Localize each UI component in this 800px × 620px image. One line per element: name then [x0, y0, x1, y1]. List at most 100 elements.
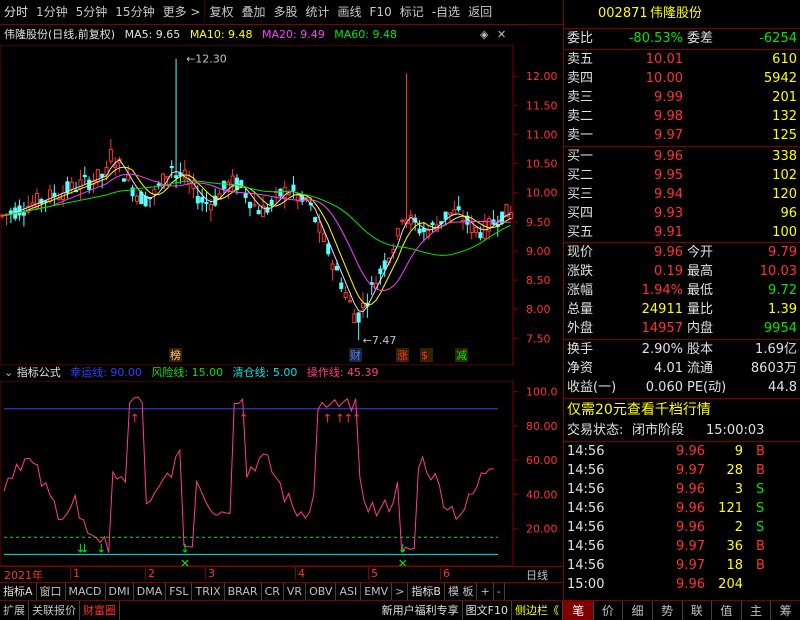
indicator-tab-12[interactable]: EMV	[361, 582, 393, 601]
quote-tab-4[interactable]: 联	[683, 601, 713, 620]
candle-body	[208, 203, 213, 211]
indicator-tab-15[interactable]: 模 板	[445, 582, 478, 601]
indicator-tab-11[interactable]: ASI	[336, 582, 362, 601]
stat-label: 涨幅	[567, 283, 594, 298]
event-marker[interactable]: $	[421, 349, 428, 362]
indicator-tab-10[interactable]: OBV	[306, 582, 337, 601]
quote-tab-5[interactable]: 值	[712, 601, 742, 620]
indicator-tab-0[interactable]: 指标A	[0, 582, 37, 601]
toolbar-item-3[interactable]: 15分钟	[111, 0, 158, 25]
trade-price: 9.96	[676, 501, 705, 516]
toolbar-item-4[interactable]: 更多 >	[159, 0, 205, 25]
settings-icon[interactable]: ◈	[480, 25, 488, 45]
status-label: 交易状态:	[567, 423, 624, 438]
kline-chart[interactable]: 12.00 11.50 11.00 10.50 10.00 9.50 9.00 8.50 8.0…	[0, 45, 563, 365]
indicator-tab-2[interactable]: MACD	[66, 582, 106, 601]
indicator-tab-8[interactable]: CR	[262, 582, 284, 601]
stat-label: 最低	[687, 283, 714, 298]
ma60-label: MA60: 9.48	[334, 28, 397, 41]
toolbar-item-6[interactable]: 叠加	[237, 0, 269, 25]
candle-body	[108, 148, 113, 162]
bottom-left-item-2[interactable]: 财富圈	[80, 600, 120, 620]
stat2-label: 流通	[687, 361, 714, 376]
buy-arrow-icon: ↓	[398, 541, 408, 555]
period-label[interactable]: 日线	[526, 567, 548, 583]
quote-tab-2[interactable]: 细	[623, 601, 653, 620]
quote-tab-0[interactable]: 笔	[564, 601, 594, 620]
toolbar-item-13[interactable]: 返回	[464, 0, 496, 25]
bottom-left-item-0[interactable]: 扩展	[0, 600, 29, 620]
toolbar-item-1[interactable]: 1分钟	[32, 0, 72, 25]
bid-volume: 338	[772, 149, 797, 164]
event-marker[interactable]: 榜	[170, 348, 181, 362]
stat-label: 最高	[687, 264, 714, 279]
weicha-label: 委差	[687, 31, 714, 46]
trade-price: 9.96	[676, 577, 705, 592]
event-marker[interactable]: 涨	[397, 349, 408, 362]
trade-row: 14:56 9.96 121 S	[564, 499, 800, 519]
candle-body	[252, 203, 257, 207]
indicator-toggle-icon[interactable]: ⌄	[0, 366, 13, 379]
price-tick-label: 9.50	[526, 216, 551, 229]
bid-row: 买五 9.91 100	[564, 223, 800, 243]
bid-price: 9.95	[654, 168, 683, 183]
quote-tab-6[interactable]: 主	[742, 601, 772, 620]
toolbar-item-5[interactable]: 复权	[204, 0, 237, 25]
month-label: 6	[440, 567, 450, 580]
indicator-chart[interactable]: 100.080.0060.0040.0020.00↓↓ ↓ ↓ ↓✕ ✕↑ ↑ ↑ ↑↑↑	[0, 381, 563, 566]
stat-label: 内盘	[687, 321, 714, 336]
candle-body	[204, 202, 209, 205]
toolbar-item-8[interactable]: 统计	[302, 0, 334, 25]
quote-tab-7[interactable]: 筹	[771, 601, 800, 620]
month-label: 5	[368, 567, 378, 580]
toolbar-item-9[interactable]: 画线	[334, 0, 366, 25]
indicator-tab-7[interactable]: BRAR	[225, 582, 262, 601]
indicator-tab-3[interactable]: DMI	[106, 582, 134, 601]
stock-name: 伟隆股份	[650, 6, 703, 21]
toolbar-item-10[interactable]: F10	[366, 0, 396, 25]
indicator-tab-16[interactable]: +	[477, 582, 494, 601]
close-icon[interactable]: ✕	[497, 25, 506, 45]
price-tick-label: 9.00	[526, 245, 551, 258]
candle-body	[347, 300, 352, 303]
indicator-tab-14[interactable]: 指标B	[408, 582, 445, 601]
candle-body	[156, 183, 161, 186]
clear-line-label: 清仓线: 5.00	[232, 366, 298, 379]
candle-body	[382, 260, 387, 270]
bid-row: 买四 9.93 96	[564, 204, 800, 224]
trade-price: 9.96	[676, 444, 705, 459]
indicator-tab-9[interactable]: VR	[284, 582, 307, 601]
quote-tab-3[interactable]: 势	[653, 601, 683, 620]
toolbar-item-12[interactable]: -自选	[428, 0, 464, 25]
candle-body	[395, 228, 400, 237]
event-marker[interactable]: 财	[350, 348, 361, 362]
indicator-tab-4[interactable]: DMA	[134, 582, 167, 601]
indicator-tab-13[interactable]: >	[392, 582, 409, 601]
indicator-tab-5[interactable]: FSL	[166, 582, 193, 601]
promo-link[interactable]: 仅需20元查看千档行情	[567, 400, 711, 420]
toolbar-item-11[interactable]: 标记	[396, 0, 428, 25]
bottom-right-item-2[interactable]: 侧边栏《	[512, 600, 563, 620]
bottom-left-item-1[interactable]: 关联报价	[29, 600, 80, 620]
indicator-tab-17[interactable]: -	[494, 582, 505, 601]
ask-label: 卖一	[567, 128, 594, 143]
trade-volume: 204	[718, 577, 743, 592]
stat2-label: 股本	[687, 342, 714, 357]
bottom-right-item-1[interactable]: 图文F10	[463, 600, 512, 620]
ask-row: 卖三 9.99 201	[564, 88, 800, 108]
weibi-value: -80.53%	[628, 31, 683, 46]
quote-tab-1[interactable]: 价	[594, 601, 624, 620]
candle-body	[100, 173, 105, 178]
bid-volume: 102	[772, 168, 797, 183]
ask-label: 卖二	[567, 109, 594, 124]
toolbar-item-0[interactable]: 分时	[0, 0, 32, 25]
buy-arrow-icon: ↓	[80, 541, 90, 555]
indicator-tab-1[interactable]: 窗口	[37, 582, 66, 601]
event-marker[interactable]: 减	[456, 349, 467, 362]
indicator-tab-6[interactable]: TRIX	[192, 582, 225, 601]
toolbar-item-2[interactable]: 5分钟	[72, 0, 112, 25]
trade-row: 14:56 9.96 2 S	[564, 518, 800, 538]
bottom-right-item-0[interactable]: 新用户福利专享	[379, 600, 463, 620]
toolbar-item-7[interactable]: 多股	[269, 0, 301, 25]
trade-volume: 9	[734, 444, 743, 459]
